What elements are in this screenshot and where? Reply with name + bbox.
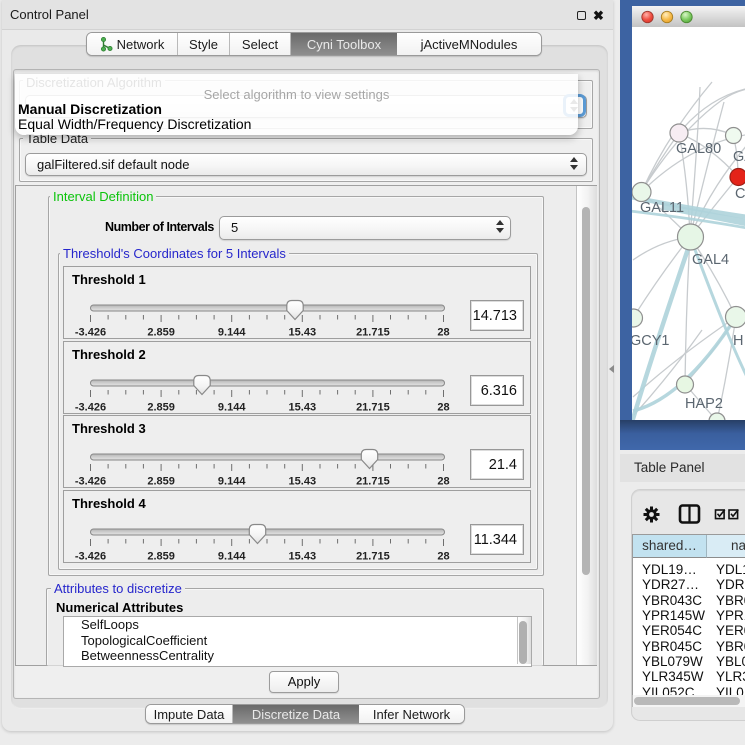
svg-text:-3.426: -3.426 <box>75 327 106 339</box>
svg-text:C: C <box>735 186 745 202</box>
svg-text:HAP2: HAP2 <box>685 396 723 412</box>
svg-text:15.43: 15.43 <box>289 327 317 339</box>
svg-text:GAL11: GAL11 <box>640 200 684 216</box>
svg-text:15.43: 15.43 <box>289 476 317 488</box>
svg-text:GAL80: GAL80 <box>676 141 721 157</box>
svg-text:H: H <box>733 333 743 349</box>
svg-text:GCY1: GCY1 <box>632 333 670 349</box>
svg-text:9.144: 9.144 <box>218 327 246 339</box>
svg-text:21.715: 21.715 <box>356 550 390 562</box>
svg-text:21.715: 21.715 <box>356 327 390 339</box>
svg-text:2.859: 2.859 <box>147 327 175 339</box>
svg-text:15.43: 15.43 <box>289 550 317 562</box>
svg-text:-3.426: -3.426 <box>75 476 106 488</box>
svg-text:21.715: 21.715 <box>356 476 390 488</box>
svg-text:Threshold 1: Threshold 1 <box>72 272 146 287</box>
svg-text:28: 28 <box>437 401 449 413</box>
svg-text:2.859: 2.859 <box>147 401 175 413</box>
svg-text:9.144: 9.144 <box>218 401 246 413</box>
svg-text:Threshold 4: Threshold 4 <box>72 496 146 511</box>
svg-text:Threshold 2: Threshold 2 <box>72 347 146 362</box>
svg-text:9.144: 9.144 <box>218 550 246 562</box>
svg-text:2.859: 2.859 <box>147 550 175 562</box>
svg-text:GA: GA <box>733 149 745 165</box>
svg-text:Threshold 3: Threshold 3 <box>72 421 146 436</box>
svg-text:GAL4: GAL4 <box>692 252 729 268</box>
svg-text:28: 28 <box>437 550 449 562</box>
svg-text:28: 28 <box>437 327 449 339</box>
svg-text:9.144: 9.144 <box>218 476 246 488</box>
svg-text:15.43: 15.43 <box>289 401 317 413</box>
svg-text:-3.426: -3.426 <box>75 401 106 413</box>
svg-text:21.715: 21.715 <box>356 401 390 413</box>
svg-text:-3.426: -3.426 <box>75 550 106 562</box>
svg-text:28: 28 <box>437 476 449 488</box>
svg-text:2.859: 2.859 <box>147 476 175 488</box>
